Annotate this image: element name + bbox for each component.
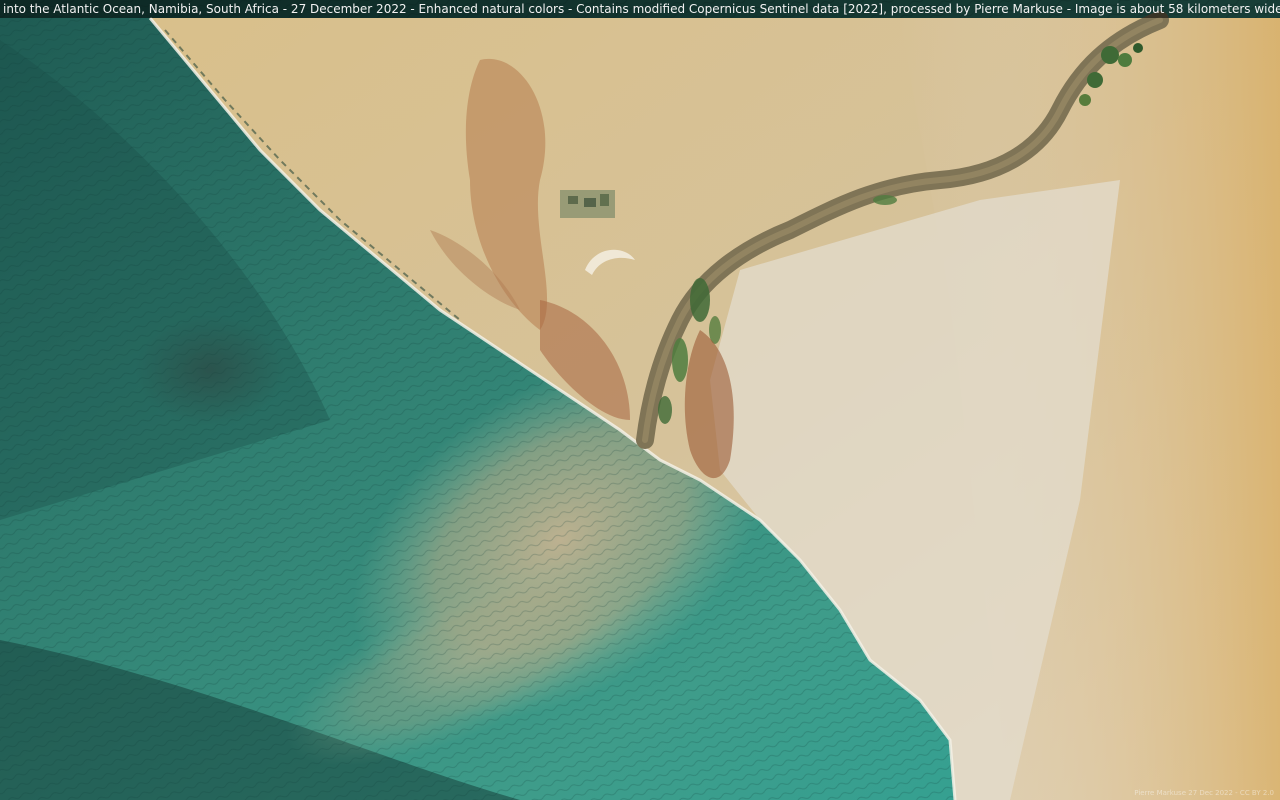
satellite-image: into the Atlantic Ocean, Namibia, South … bbox=[0, 0, 1280, 800]
image-watermark: Pierre Markuse 27 Dec 2022 - CC BY 2.0 bbox=[1134, 789, 1274, 797]
image-caption: into the Atlantic Ocean, Namibia, South … bbox=[0, 0, 1280, 18]
satellite-scene bbox=[0, 0, 1280, 800]
settlement bbox=[560, 190, 615, 218]
